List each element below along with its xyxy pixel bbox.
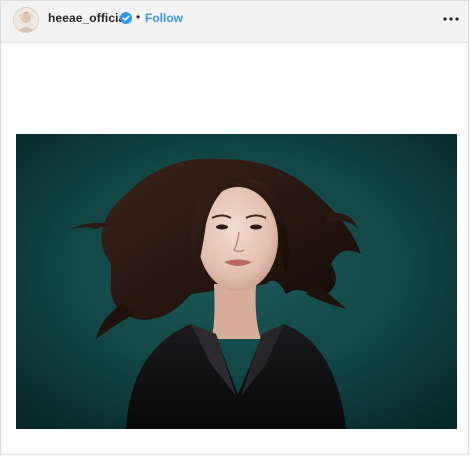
post-container: heeae_official • Follow — [0, 0, 469, 455]
verified-badge-icon — [120, 11, 132, 24]
avatar[interactable] — [13, 7, 39, 33]
header-separator: • — [136, 10, 141, 24]
username-link[interactable]: heeae_official — [48, 11, 129, 25]
post-photo[interactable] — [16, 134, 457, 429]
post-header: heeae_official • Follow — [1, 1, 468, 43]
portrait-image — [16, 134, 457, 429]
follow-button[interactable]: Follow — [145, 11, 183, 25]
avatar-image — [14, 8, 38, 32]
more-options-icon[interactable] — [441, 9, 461, 29]
